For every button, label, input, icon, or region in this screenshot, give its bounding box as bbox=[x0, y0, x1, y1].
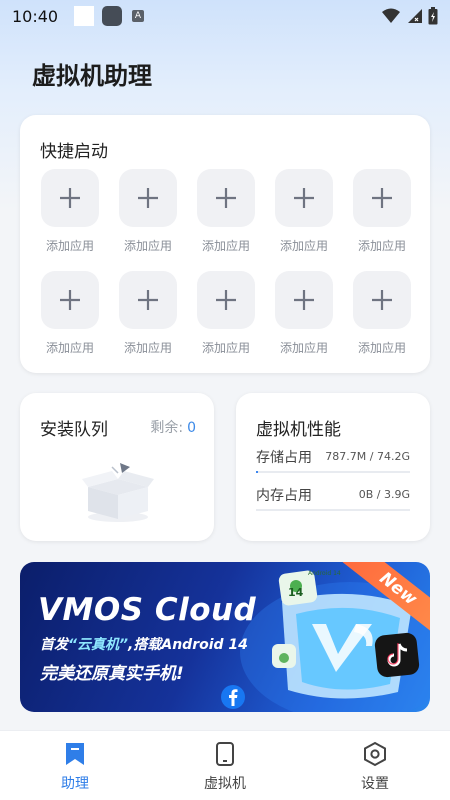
add-app-tile[interactable] bbox=[353, 169, 411, 227]
add-app-tile[interactable] bbox=[275, 271, 333, 329]
add-app-label: 添加应用 bbox=[201, 239, 250, 253]
battery-icon bbox=[428, 7, 438, 25]
add-app-slot[interactable]: 添加应用 bbox=[196, 169, 256, 254]
plus-icon bbox=[294, 290, 314, 310]
add-app-tile[interactable] bbox=[353, 271, 411, 329]
android-badge-number: 14 bbox=[288, 586, 304, 599]
storage-label: 存储占用 bbox=[256, 450, 312, 466]
nav-label-vm: 虚拟机 bbox=[204, 776, 246, 792]
plus-icon bbox=[60, 188, 80, 208]
plus-icon bbox=[372, 290, 392, 310]
add-app-slot[interactable]: 添加应用 bbox=[118, 271, 178, 356]
add-app-tile[interactable] bbox=[41, 169, 99, 227]
add-app-label: 添加应用 bbox=[123, 239, 172, 253]
remaining-count: 0 bbox=[187, 420, 196, 436]
android-badge-text: Android 14 bbox=[308, 570, 341, 577]
page-title: 虚拟机助理 bbox=[32, 62, 152, 90]
banner-subtitle-prefix: 首发 bbox=[40, 637, 68, 653]
install-queue-title: 安装队列 bbox=[40, 420, 108, 440]
add-app-tile[interactable] bbox=[119, 169, 177, 227]
plus-icon bbox=[216, 290, 236, 310]
add-app-slot[interactable]: 添加应用 bbox=[352, 271, 412, 356]
add-app-slot[interactable]: 添加应用 bbox=[352, 169, 412, 254]
add-app-label: 添加应用 bbox=[357, 341, 406, 355]
add-app-slot[interactable]: 添加应用 bbox=[274, 169, 334, 254]
plus-icon bbox=[60, 290, 80, 310]
add-app-label: 添加应用 bbox=[45, 341, 94, 355]
plus-icon bbox=[372, 188, 392, 208]
add-app-label: 添加应用 bbox=[45, 239, 94, 253]
facebook-icon bbox=[221, 685, 245, 709]
add-app-label: 添加应用 bbox=[279, 341, 328, 355]
plus-icon bbox=[138, 290, 158, 310]
app-notification-icon bbox=[102, 6, 122, 26]
add-app-tile[interactable] bbox=[197, 271, 255, 329]
plus-icon bbox=[216, 188, 236, 208]
performance-title: 虚拟机性能 bbox=[256, 420, 341, 440]
signal-icon bbox=[408, 9, 422, 23]
add-app-slot[interactable]: 添加应用 bbox=[274, 271, 334, 356]
memory-label: 内存占用 bbox=[256, 488, 312, 504]
empty-box-icon bbox=[82, 463, 154, 522]
add-app-tile[interactable] bbox=[119, 271, 177, 329]
bookmark-icon bbox=[66, 743, 84, 765]
add-app-label: 添加应用 bbox=[357, 239, 406, 253]
add-app-label: 添加应用 bbox=[123, 341, 172, 355]
status-time: 10:40 bbox=[12, 6, 59, 26]
plus-icon bbox=[138, 188, 158, 208]
add-app-slot[interactable]: 添加应用 bbox=[196, 271, 256, 356]
phone-icon bbox=[216, 742, 234, 766]
notification-icon bbox=[74, 6, 94, 26]
settings-icon bbox=[364, 741, 386, 767]
storage-bar-fill bbox=[256, 471, 258, 473]
add-app-slot[interactable]: 添加应用 bbox=[118, 169, 178, 254]
status-bar: 10:40 A bbox=[0, 0, 450, 32]
quick-start-title: 快捷启动 bbox=[40, 142, 108, 162]
android-small-icon bbox=[272, 644, 296, 668]
add-app-label: 添加应用 bbox=[279, 239, 328, 253]
wifi-icon bbox=[382, 8, 400, 23]
storage-value: 787.7M / 74.2G bbox=[325, 450, 410, 463]
tiktok-icon bbox=[374, 632, 420, 678]
nav-tab-assistant[interactable]: 助理 bbox=[0, 731, 150, 800]
nav-label-assistant: 助理 bbox=[61, 776, 89, 792]
install-queue-card[interactable]: 安装队列 剩余: 0 bbox=[20, 393, 214, 541]
nav-label-settings: 设置 bbox=[361, 776, 389, 792]
banner-subtitle-highlight: “云真机” bbox=[68, 637, 129, 653]
bottom-navigation: 助理 虚拟机 设置 bbox=[0, 730, 450, 800]
add-app-slot[interactable]: 添加应用 bbox=[40, 169, 100, 254]
banner-title: VMOS Cloud bbox=[38, 592, 257, 628]
remaining-label: 剩余: bbox=[150, 420, 184, 436]
nav-tab-vm[interactable]: 虚拟机 bbox=[150, 731, 300, 800]
banner-subtitle-suffix: ,搭载Android 14 bbox=[128, 637, 248, 653]
remaining-indicator: 剩余: 0 bbox=[150, 417, 196, 437]
vmos-cloud-banner[interactable]: Android 14 14 New VMOS Cloud 首发“云真机”,搭载A… bbox=[20, 562, 430, 712]
add-app-tile[interactable] bbox=[275, 169, 333, 227]
nav-tab-settings[interactable]: 设置 bbox=[300, 731, 450, 800]
add-app-label: 添加应用 bbox=[201, 341, 250, 355]
add-app-slot[interactable]: 添加应用 bbox=[40, 271, 100, 356]
add-app-tile[interactable] bbox=[41, 271, 99, 329]
add-app-tile[interactable] bbox=[197, 169, 255, 227]
banner-tagline: 完美还原真实手机! bbox=[40, 664, 184, 684]
plus-icon bbox=[294, 188, 314, 208]
storage-bar bbox=[256, 471, 410, 473]
keyboard-icon: A bbox=[132, 10, 144, 22]
quick-start-card: 快捷启动 添加应用 添加应用 添加应用 添加应用 添加应用 添加应用 添加应用 … bbox=[20, 115, 430, 373]
banner-subtitle: 首发“云真机”,搭载Android 14 bbox=[40, 634, 248, 654]
memory-value: 0B / 3.9G bbox=[358, 488, 410, 501]
vm-performance-card: 虚拟机性能 存储占用 787.7M / 74.2G 内存占用 0B / 3.9G bbox=[236, 393, 430, 541]
memory-bar bbox=[256, 509, 410, 511]
